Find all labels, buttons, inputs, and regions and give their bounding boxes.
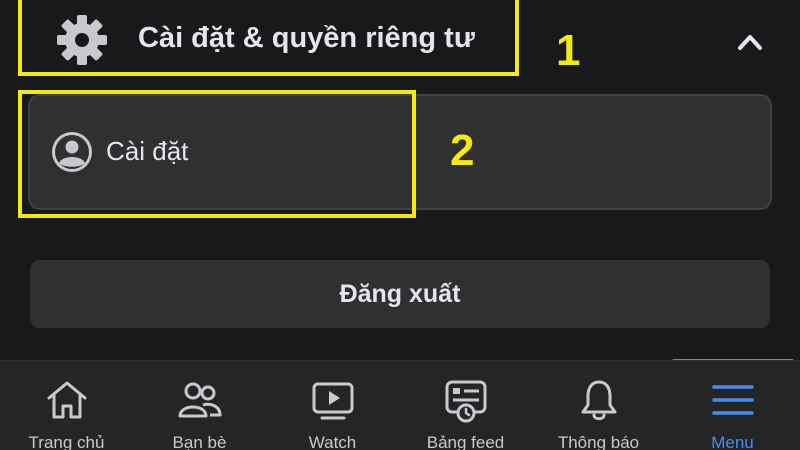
friends-icon — [178, 382, 222, 418]
tab-label: Trang chủ — [28, 433, 105, 450]
chevron-up-icon[interactable] — [732, 26, 768, 56]
tab-label: Thông báo — [557, 433, 640, 450]
tab-label: Watch — [308, 433, 357, 450]
tab-menu[interactable]: Menu — [666, 361, 799, 450]
tab-home[interactable]: Trang chủ — [0, 361, 133, 450]
tab-notifications[interactable]: Thông báo — [532, 361, 665, 450]
tab-watch[interactable]: Watch — [266, 361, 399, 450]
tab-label: Bạn bè — [172, 433, 227, 450]
tab-label: Menu — [711, 433, 754, 450]
section-title: Cài đặt & quyền riêng tư — [138, 22, 475, 54]
home-icon — [47, 381, 87, 419]
settings-card: Cài đặt — [28, 94, 772, 210]
callout-number-2: 2 — [450, 126, 475, 175]
logout-button[interactable]: Đăng xuất — [30, 260, 770, 328]
person-icon — [52, 132, 92, 172]
feed-icon — [445, 380, 487, 423]
callout-number-1: 1 — [556, 26, 581, 75]
settings-item[interactable]: Cài đặt — [30, 96, 410, 212]
settings-privacy-header[interactable]: Cài đặt & quyền riêng tư — [18, 0, 782, 80]
bottom-tab-bar: Trang chủ Bạn bè Watch Bảng feed Thông b… — [0, 360, 800, 450]
bell-icon — [581, 380, 617, 421]
tab-friends[interactable]: Bạn bè — [133, 361, 266, 450]
gear-icon — [57, 15, 107, 65]
menu-icon — [712, 385, 754, 415]
settings-item-label: Cài đặt — [106, 136, 189, 166]
screen: Cài đặt & quyền riêng tư Cài đặt Đăng xu… — [0, 0, 800, 450]
tab-label: Bảng feed — [426, 433, 505, 450]
watch-icon — [312, 382, 354, 420]
tab-feed[interactable]: Bảng feed — [399, 361, 532, 450]
